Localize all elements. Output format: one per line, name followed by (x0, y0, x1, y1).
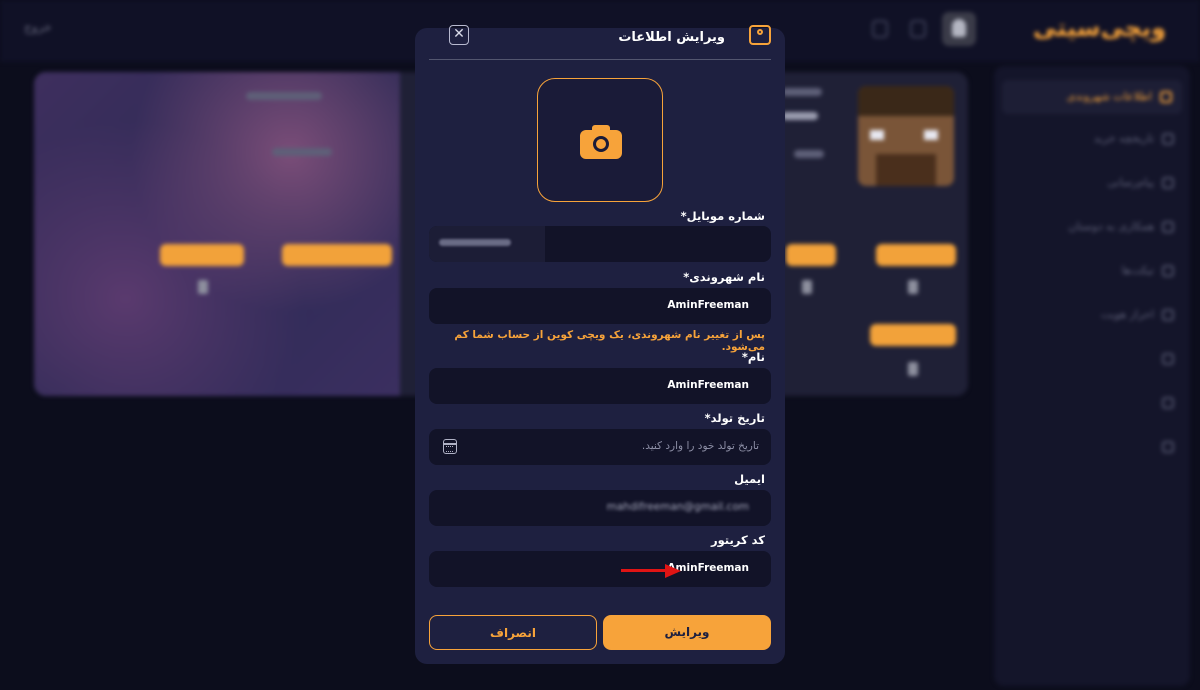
citizen-name-field[interactable]: AminFreeman (429, 288, 771, 324)
sidebar-item-messages[interactable]: پیام‌رسانی (1006, 172, 1174, 194)
sidebar-item-referral[interactable]: همکاری به دوستان (1006, 216, 1174, 238)
menu-icon (1162, 397, 1174, 409)
email-label: ایمیل (734, 472, 765, 486)
name-field[interactable]: AminFreeman (429, 368, 771, 404)
mobile-prefix (429, 226, 545, 262)
logout-link[interactable]: خروج (24, 20, 52, 34)
edit-profile-modal: ویرایش اطلاعات ✕ شماره موبایل* نام شهرون… (415, 25, 785, 664)
modal-header: ویرایش اطلاعات ✕ (429, 25, 771, 60)
email-value: mahdifreeman@gmail.com (606, 501, 749, 513)
mobile-field[interactable] (429, 226, 771, 262)
badge (160, 244, 244, 266)
cancel-button[interactable]: انصراف (429, 615, 597, 650)
birthdate-placeholder: تاریخ تولد خود را وارد کنید. (641, 440, 759, 452)
sidebar-item-tickets[interactable]: تیکت‌ها (1006, 260, 1174, 282)
user-card-icon (749, 25, 771, 45)
notification-icon[interactable] (910, 20, 926, 38)
close-button[interactable]: ✕ (449, 25, 469, 45)
profile-icon (1160, 91, 1172, 103)
close-icon: ✕ (453, 26, 465, 42)
profile-banner (34, 72, 400, 396)
minecraft-skin-avatar (858, 86, 954, 186)
modal-title: ویرایش اطلاعات (618, 30, 725, 45)
creator-code-label: کد کریتور (710, 533, 765, 547)
site-logo[interactable]: ویچی‌سیتی (1033, 14, 1166, 42)
citizen-name-warning: پس از تغییر نام شهروندی، یک ویچی کوین از… (454, 329, 765, 353)
shield-icon (1162, 309, 1174, 321)
sidebar-item-8[interactable] (1006, 392, 1174, 414)
creator-code-field[interactable]: AminFreeman (429, 551, 771, 587)
citizen-name-value: AminFreeman (667, 299, 749, 311)
citizen-name-label: نام شهروندی* (683, 270, 765, 284)
menu-icon (1162, 441, 1174, 453)
mobile-value (439, 239, 511, 246)
submit-edit-button[interactable]: ویرایش (603, 615, 771, 650)
share-icon (1162, 221, 1174, 233)
birthdate-field[interactable]: تاریخ تولد خود را وارد کنید. (429, 429, 771, 465)
badge (786, 244, 836, 266)
history-icon (1162, 133, 1174, 145)
badge (870, 324, 956, 346)
user-avatar[interactable] (942, 12, 976, 46)
sidebar: اطلاعات شهروندی تاریخچه خرید پیام‌رسانی … (994, 66, 1190, 686)
ticket-icon (1162, 265, 1174, 277)
name-value: AminFreeman (667, 379, 749, 391)
birthdate-label: تاریخ تولد* (704, 411, 765, 425)
message-icon (1162, 177, 1174, 189)
calendar-icon[interactable] (443, 439, 457, 454)
cart-icon[interactable] (872, 20, 888, 38)
badge (876, 244, 956, 266)
sidebar-item-purchases[interactable]: تاریخچه خرید (1006, 128, 1174, 150)
name-label: نام* (741, 350, 765, 364)
sidebar-item-profile[interactable]: اطلاعات شهروندی (1002, 80, 1182, 114)
profile-photo-upload[interactable] (537, 78, 663, 202)
menu-icon (1162, 353, 1174, 365)
mobile-label: شماره موبایل* (680, 209, 765, 223)
badge (282, 244, 392, 266)
sidebar-item-7[interactable] (1006, 348, 1174, 370)
sidebar-item-verify[interactable]: احراز هویت (1006, 304, 1174, 326)
arrow-annotation (621, 564, 681, 578)
email-field[interactable]: mahdifreeman@gmail.com (429, 490, 771, 526)
sidebar-item-9[interactable] (1006, 436, 1174, 458)
camera-icon (580, 125, 622, 159)
